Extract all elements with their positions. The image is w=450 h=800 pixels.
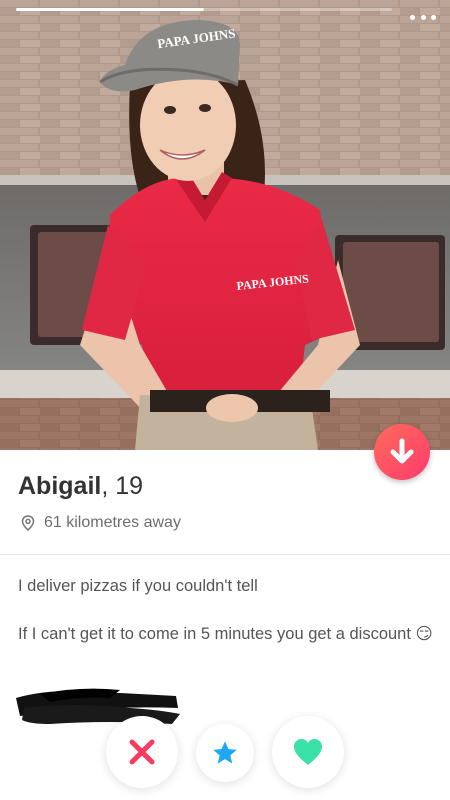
star-icon <box>213 741 237 764</box>
profile-photo-image: PAPA JOHNS PAPA JOHNS <box>0 0 450 450</box>
location-pin-icon <box>21 515 35 531</box>
bio-line: If I can't get it to come in 5 minutes y… <box>18 625 433 643</box>
arrow-down-icon <box>390 438 414 464</box>
action-bar <box>0 710 450 800</box>
divider <box>0 554 450 555</box>
distance-text: 61 kilometres away <box>44 514 181 531</box>
like-button[interactable] <box>272 716 344 788</box>
profile-photo[interactable]: PAPA JOHNS PAPA JOHNS <box>0 0 450 450</box>
nope-button[interactable] <box>106 716 178 788</box>
super-like-button[interactable] <box>196 724 254 782</box>
heart-icon <box>294 739 322 765</box>
profile-age: , 19 <box>101 472 144 500</box>
name-age: Abigail, 19 <box>18 472 143 501</box>
photo-progress-fill <box>16 8 204 11</box>
distance-row: 61 kilometres away <box>21 514 181 532</box>
more-horizontal-icon[interactable] <box>410 12 436 22</box>
close-icon <box>129 739 155 765</box>
profile-name: Abigail <box>18 472 102 500</box>
bio: I deliver pizzas if you couldn't tell If… <box>18 574 438 670</box>
photo-progress <box>16 8 392 11</box>
bio-line: I deliver pizzas if you couldn't tell <box>18 577 258 595</box>
collapse-profile-button[interactable] <box>374 424 430 480</box>
